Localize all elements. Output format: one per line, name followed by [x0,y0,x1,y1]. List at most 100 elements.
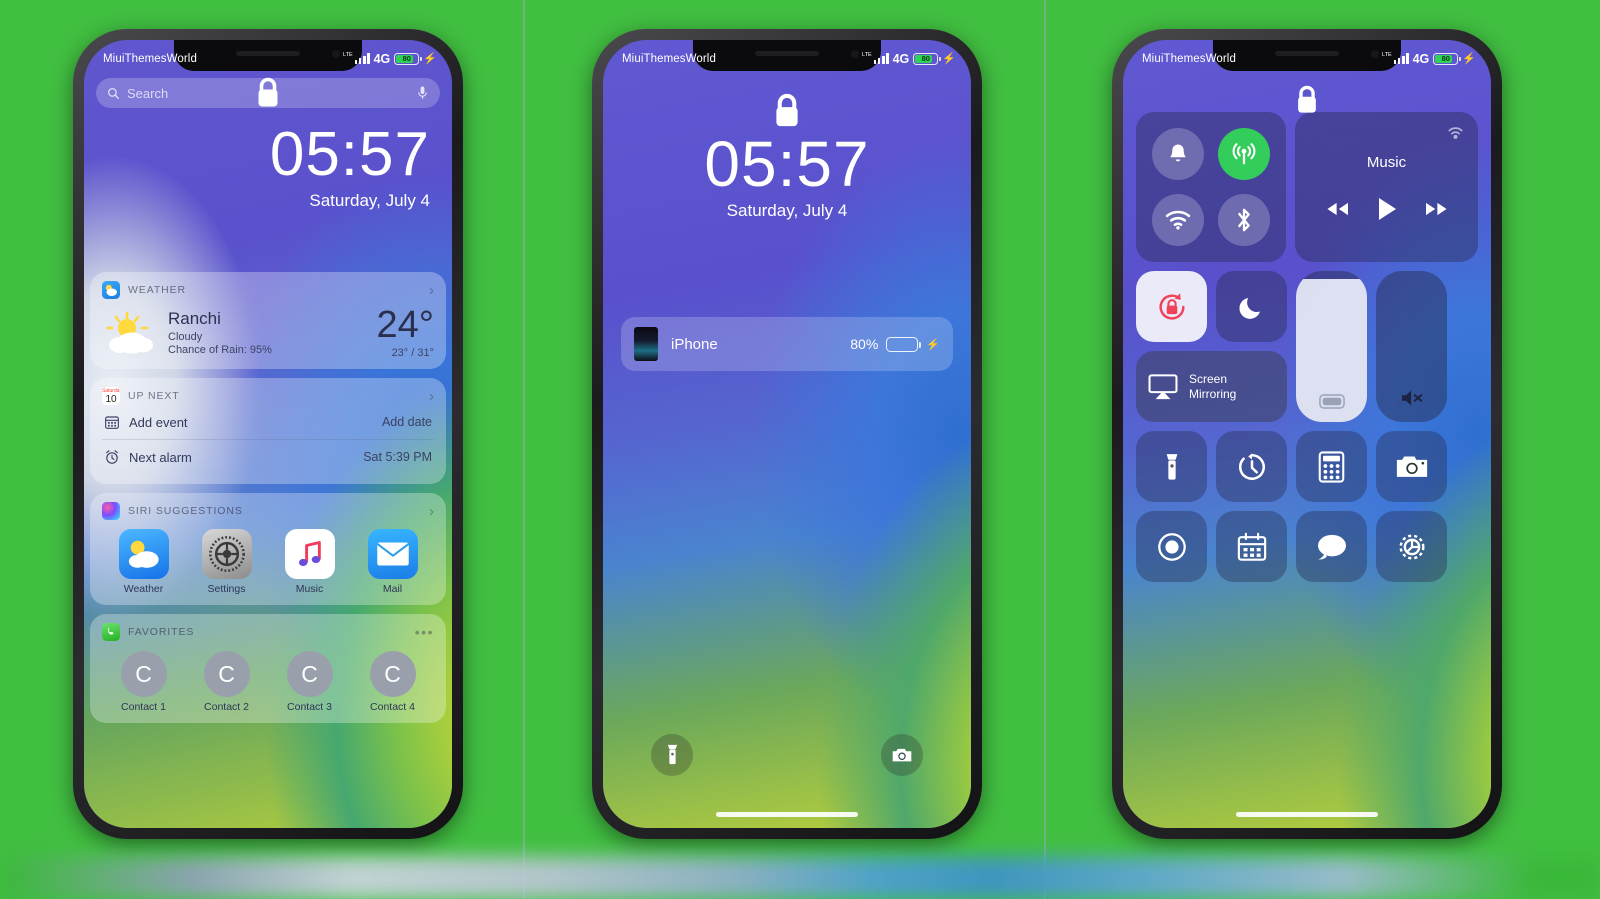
camera-button[interactable] [1376,431,1447,502]
contact-item[interactable]: C Contact 4 [362,651,424,713]
connectivity-tile[interactable] [1136,112,1286,262]
battery-icon: 80 [394,52,422,65]
siri-icon [102,502,120,520]
rotation-lock-toggle[interactable] [1136,271,1207,342]
notification-battery-percent: 80% [850,336,879,352]
screenshot-stage: MiuiThemesWorld LTE 4G 80 ⚡ Search 05:57… [0,0,1600,899]
contact-name: Contact 4 [370,701,415,713]
lte-tag: LTE [343,51,353,58]
screen-mirroring-label-line2: Mirroring [1189,386,1237,401]
flashlight-icon [667,744,677,765]
more-options-icon[interactable]: ••• [415,624,434,640]
flashlight-icon [1166,453,1177,480]
screen-record-button[interactable] [1136,511,1207,582]
battery-notification[interactable]: iPhone 80% ⚡ [621,317,953,371]
siri-suggestions-widget[interactable]: SIRI SUGGESTIONS › Weather Settings Musi… [90,493,446,605]
status-bar: MiuiThemesWorld LTE 4G 80 ⚡ [84,40,452,72]
shortcuts-row-1 [1136,431,1478,502]
chevron-right-icon[interactable]: › [429,503,434,520]
screen-mirroring-tile[interactable]: Screen Mirroring [1136,351,1287,422]
screen-record-icon [1157,532,1186,561]
chevron-right-icon[interactable]: › [429,388,434,405]
home-indicator[interactable] [716,812,858,817]
settings-button[interactable] [1376,511,1447,582]
next-track-button[interactable] [1425,202,1448,216]
media-tile[interactable]: Music [1295,112,1478,262]
mail-app-icon [367,529,418,579]
phone-mockup-control-center: MiuiThemesWorld LTE 4G 80 ⚡ Music Screen… [1112,29,1502,839]
lte-tag: LTE [1382,51,1392,58]
camera-button[interactable] [881,734,923,776]
calendar-app-icon: Saturday 10 [102,387,120,405]
widget-stack: WEATHER › Ranchi Cloudy Chance of Rain: … [90,272,446,828]
clock-date: Saturday, July 4 [726,200,848,220]
home-indicator[interactable] [1236,812,1378,817]
bell-icon [1170,144,1186,162]
contact-item[interactable]: C Contact 2 [196,651,258,713]
settings-app-icon [201,529,252,579]
lock-icon [770,92,804,130]
cellular-icon [1232,143,1256,165]
up-next-row-next-alarm[interactable]: Next alarm Sat 5:39 PM [102,439,434,474]
app-shortcut-music[interactable]: Music [279,529,341,595]
app-shortcut-mail[interactable]: Mail [362,529,424,595]
previous-track-button[interactable] [1326,202,1349,216]
battery-level: 80 [1441,54,1450,63]
charging-bolt-icon: ⚡ [1462,53,1476,65]
search-placeholder: Search [127,85,169,101]
app-label: Music [295,583,324,595]
widget-title: SIRI SUGGESTIONS [128,505,243,517]
moon-icon [1238,297,1260,319]
calendar-icon [105,416,119,429]
avatar: C [286,651,333,697]
row-value[interactable]: Add date [382,415,432,429]
microphone-icon[interactable] [416,85,429,102]
airplane-mode-toggle[interactable] [1152,128,1204,180]
bluetooth-toggle[interactable] [1218,194,1270,246]
messages-button[interactable] [1296,511,1367,582]
timer-button[interactable] [1216,431,1287,502]
phone-mockup-lockscreen: MiuiThemesWorld LTE 4G 80 ⚡ 05:57 Saturd… [592,29,982,839]
battery-level: 80 [921,54,930,63]
calendar-day-number: 10 [105,394,117,405]
airplay-audio-icon[interactable] [1446,123,1465,142]
avatar: C [203,651,250,697]
music-app-icon [284,529,335,579]
contact-name: Contact 2 [204,701,249,713]
panel-divider-1 [523,0,525,899]
app-shortcut-settings[interactable]: Settings [196,529,258,595]
panel-divider-2 [1044,0,1046,899]
calendar-button[interactable] [1216,511,1287,582]
calculator-button[interactable] [1296,431,1367,502]
do-not-disturb-toggle[interactable] [1216,271,1287,342]
play-button[interactable] [1377,197,1397,221]
camera-icon [1396,456,1427,477]
flashlight-button[interactable] [651,734,693,776]
gear-icon [1398,533,1425,560]
wifi-icon [1165,210,1191,230]
chevron-right-icon[interactable]: › [429,282,434,299]
up-next-row-add-event[interactable]: Add event Add date [102,405,434,439]
flashlight-toggle[interactable] [1136,431,1207,502]
phone3-screen: MiuiThemesWorld LTE 4G 80 ⚡ Music Screen… [1123,40,1491,828]
contact-item[interactable]: C Contact 3 [279,651,341,713]
weather-app-icon [118,529,169,579]
weather-widget[interactable]: WEATHER › Ranchi Cloudy Chance of Rain: … [90,272,446,369]
contact-item[interactable]: C Contact 1 [113,651,175,713]
cellular-data-toggle[interactable] [1218,128,1270,180]
status-bar: MiuiThemesWorld LTE 4G 80 ⚡ [1123,40,1491,72]
bluetooth-icon [1238,208,1250,232]
network-type: 4G [373,51,391,66]
control-center: Music Screen Mirroring [1136,112,1478,828]
weather-condition: Cloudy [168,331,203,343]
status-bar: MiuiThemesWorld LTE 4G 80 ⚡ [603,40,971,72]
widget-title: FAVORITES [128,626,195,638]
camera-icon [892,748,912,762]
wifi-toggle[interactable] [1152,194,1204,246]
favorites-widget[interactable]: FAVORITES ••• C Contact 1 C Contact 2 C … [90,614,446,723]
up-next-widget[interactable]: Saturday 10 UP NEXT › [90,378,446,484]
contact-name: Contact 3 [287,701,332,713]
brightness-slider[interactable] [1296,271,1367,422]
app-shortcut-weather[interactable]: Weather [113,529,175,595]
volume-slider[interactable] [1376,271,1447,422]
